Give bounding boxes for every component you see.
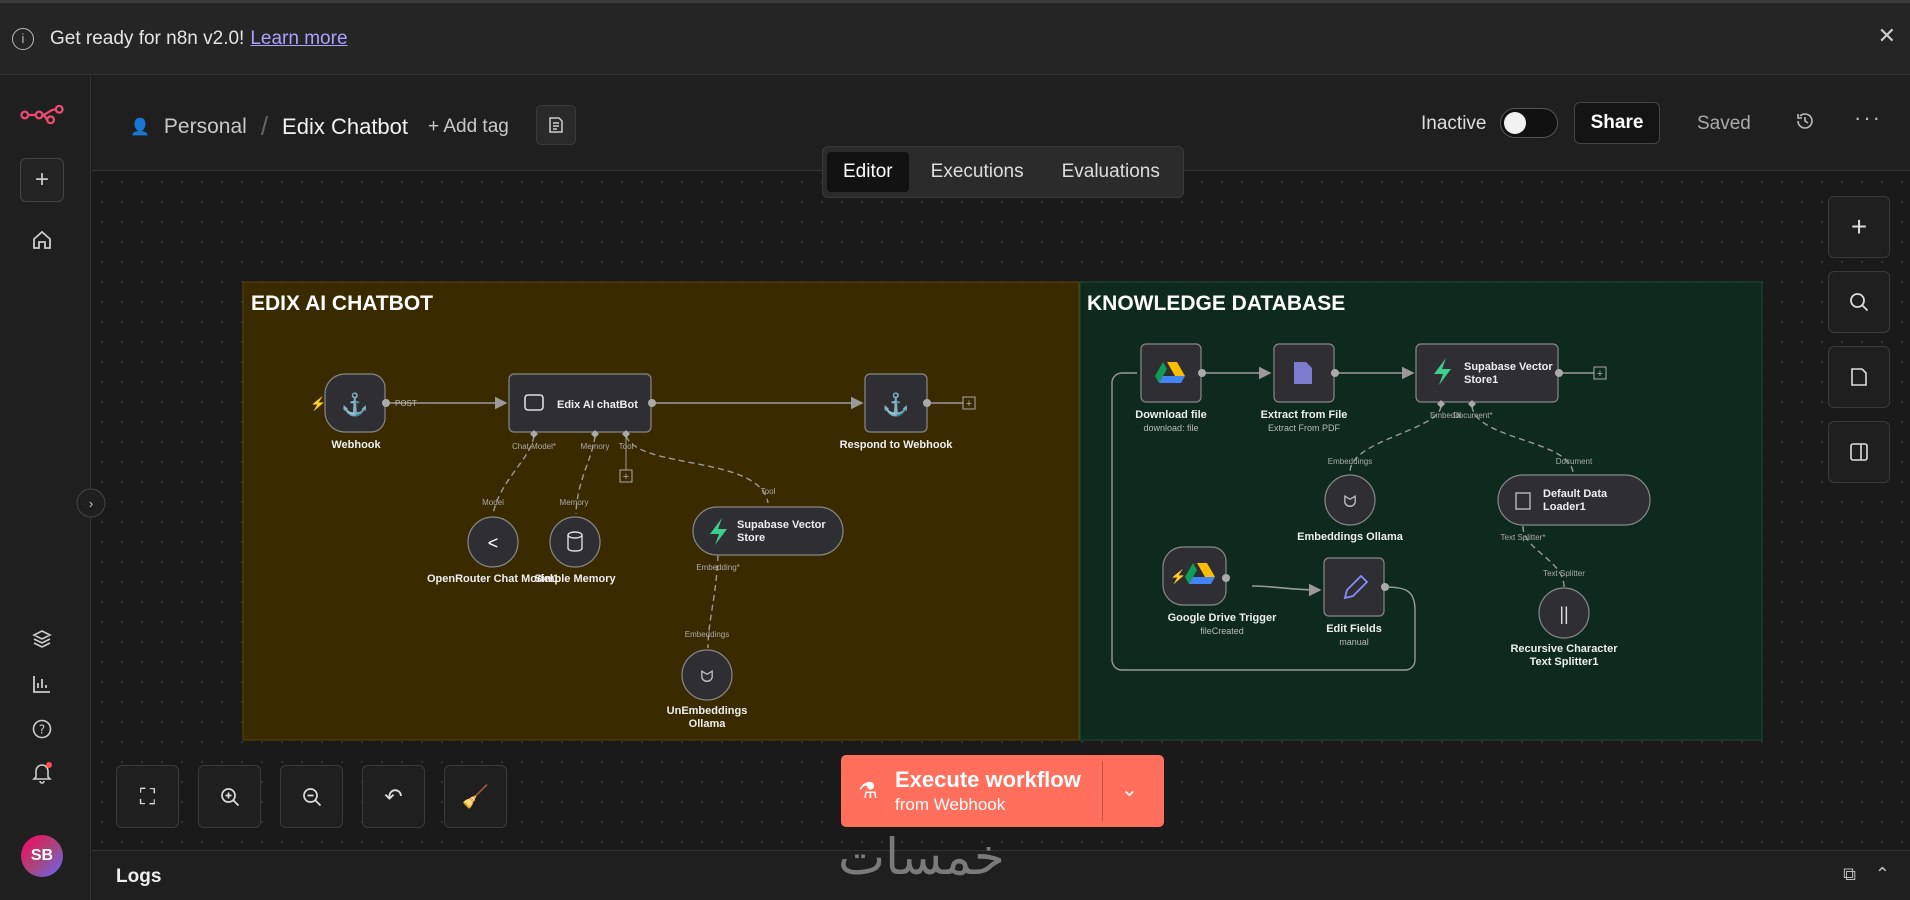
port-label-post: POST xyxy=(395,399,417,408)
logs-label: Logs xyxy=(116,866,162,887)
splitter-icon: || xyxy=(1559,604,1568,624)
node-label: Extract from File xyxy=(1261,409,1348,421)
webhook-icon: ⚓ xyxy=(882,392,909,417)
node-supabase-vector-store1[interactable]: Supabase Vector Store1 xyxy=(1415,343,1563,408)
plus-icon[interactable]: + xyxy=(1597,368,1603,380)
execute-label: Execute workflow xyxy=(895,767,1081,792)
node-label: Simple Memory xyxy=(534,573,616,585)
node-output-port[interactable] xyxy=(382,399,390,407)
webhook-icon: ⚓ xyxy=(341,392,368,417)
view-tabs: Editor Executions Evaluations xyxy=(822,146,1184,198)
node-subtitle: download: file xyxy=(1143,423,1198,433)
execute-sub-label: from Webhook xyxy=(895,795,1006,814)
node-default-data-loader[interactable]: Default Data Loader1 xyxy=(1497,474,1651,526)
pop-out-icon[interactable]: ⧉ xyxy=(1843,864,1856,885)
node-label: Webhook xyxy=(331,439,381,451)
tab-evaluations[interactable]: Evaluations xyxy=(1046,152,1176,192)
node-subtitle: manual xyxy=(1339,637,1369,647)
node-output-port[interactable] xyxy=(1198,369,1206,377)
node-output-port[interactable] xyxy=(1222,574,1230,582)
chevron-up-icon[interactable]: ⌃ xyxy=(1875,864,1890,885)
divider xyxy=(1102,761,1103,821)
node-supabase-vector-store[interactable]: Supabase Vector Store xyxy=(692,506,844,556)
watermark: خمسات xyxy=(838,828,1005,886)
sticky-note-icon[interactable] xyxy=(1828,346,1890,408)
node-subtitle: fileCreated xyxy=(1200,626,1244,636)
node-extract-from-file[interactable]: Extract from File Extract From PDF xyxy=(1261,343,1348,433)
port-label-model: Model xyxy=(482,498,504,507)
node-label: Embeddings Ollama xyxy=(1297,531,1404,543)
node-download-file[interactable]: Download file download: file xyxy=(1135,343,1207,433)
sticky-note-chatbot[interactable] xyxy=(242,281,1080,741)
chevron-right-icon[interactable]: › xyxy=(89,496,93,511)
port-label-document-out: Document* xyxy=(1453,411,1493,420)
node-output-port[interactable] xyxy=(1331,369,1339,377)
node-subtitle: Extract From PDF xyxy=(1268,423,1341,433)
openrouter-icon: < xyxy=(488,533,499,553)
tab-editor[interactable]: Editor xyxy=(827,152,909,192)
fit-view-icon[interactable]: ⛶ xyxy=(116,765,179,828)
node-label: Edix AI chatBot xyxy=(557,399,638,411)
node-output-port[interactable] xyxy=(1381,583,1389,591)
add-node-button[interactable]: + xyxy=(1828,196,1890,258)
execute-workflow-button[interactable]: ⚗ Execute workflow from Webhook ⌄ xyxy=(841,755,1164,827)
node-edit-fields[interactable]: Edit Fields manual xyxy=(1323,557,1389,647)
trigger-bolt-icon: ⚡ xyxy=(1170,569,1186,585)
port-label-embeddings-in: Embeddings xyxy=(685,630,729,639)
port-label-text-splitter-in: Text Splitter xyxy=(1543,569,1585,578)
panel-toggle-icon[interactable] xyxy=(1828,421,1890,483)
port-label-tool-in: Tool xyxy=(761,487,776,496)
port-label-memory: Memory xyxy=(581,442,610,451)
node-label: Download file xyxy=(1135,409,1207,421)
zoom-in-icon[interactable] xyxy=(198,765,261,828)
sticky-title-chatbot: EDIX AI CHATBOT xyxy=(251,292,433,315)
ollama-icon: ᗢ xyxy=(700,669,713,686)
port-label-chat-model: Chat Model* xyxy=(512,442,556,451)
port-label-tool: Tool xyxy=(619,442,634,451)
zoom-out-icon[interactable] xyxy=(280,765,343,828)
port-label-memory-in: Memory xyxy=(560,498,589,507)
flask-icon: ⚗ xyxy=(858,778,878,803)
canvas-right-toolbar: + xyxy=(1828,196,1890,496)
node-label: Edit Fields xyxy=(1326,623,1382,635)
tidy-up-icon[interactable]: 🧹 xyxy=(444,765,507,828)
node-output-port[interactable] xyxy=(648,399,656,407)
search-icon[interactable] xyxy=(1828,271,1890,333)
port-label-embeddings-in2: Embeddings xyxy=(1328,457,1372,466)
port-label-text-splitter-out: Text Splitter* xyxy=(1501,533,1546,542)
plus-icon[interactable]: + xyxy=(966,398,972,410)
ollama-icon: ᗢ xyxy=(1343,494,1356,511)
undo-icon[interactable]: ↶ xyxy=(362,765,425,828)
node-label: Respond to Webhook xyxy=(840,439,954,451)
port-label-document-in: Document xyxy=(1556,457,1593,466)
node-output-port[interactable] xyxy=(923,399,931,407)
trigger-bolt-icon: ⚡ xyxy=(310,396,326,412)
tab-executions[interactable]: Executions xyxy=(915,152,1040,192)
sticky-title-knowledge: KNOWLEDGE DATABASE xyxy=(1087,292,1345,315)
port-label-embedding: Embedding* xyxy=(696,563,740,572)
chevron-down-icon[interactable]: ⌄ xyxy=(1121,777,1138,802)
node-label: Google Drive Trigger xyxy=(1168,612,1278,624)
plus-icon[interactable]: + xyxy=(623,471,629,483)
node-ai-agent[interactable]: Edix AI chatBot xyxy=(508,373,656,438)
node-output-port[interactable] xyxy=(1555,369,1563,377)
canvas-bottom-toolbar: ⛶ ↶ 🧹 xyxy=(116,765,507,828)
